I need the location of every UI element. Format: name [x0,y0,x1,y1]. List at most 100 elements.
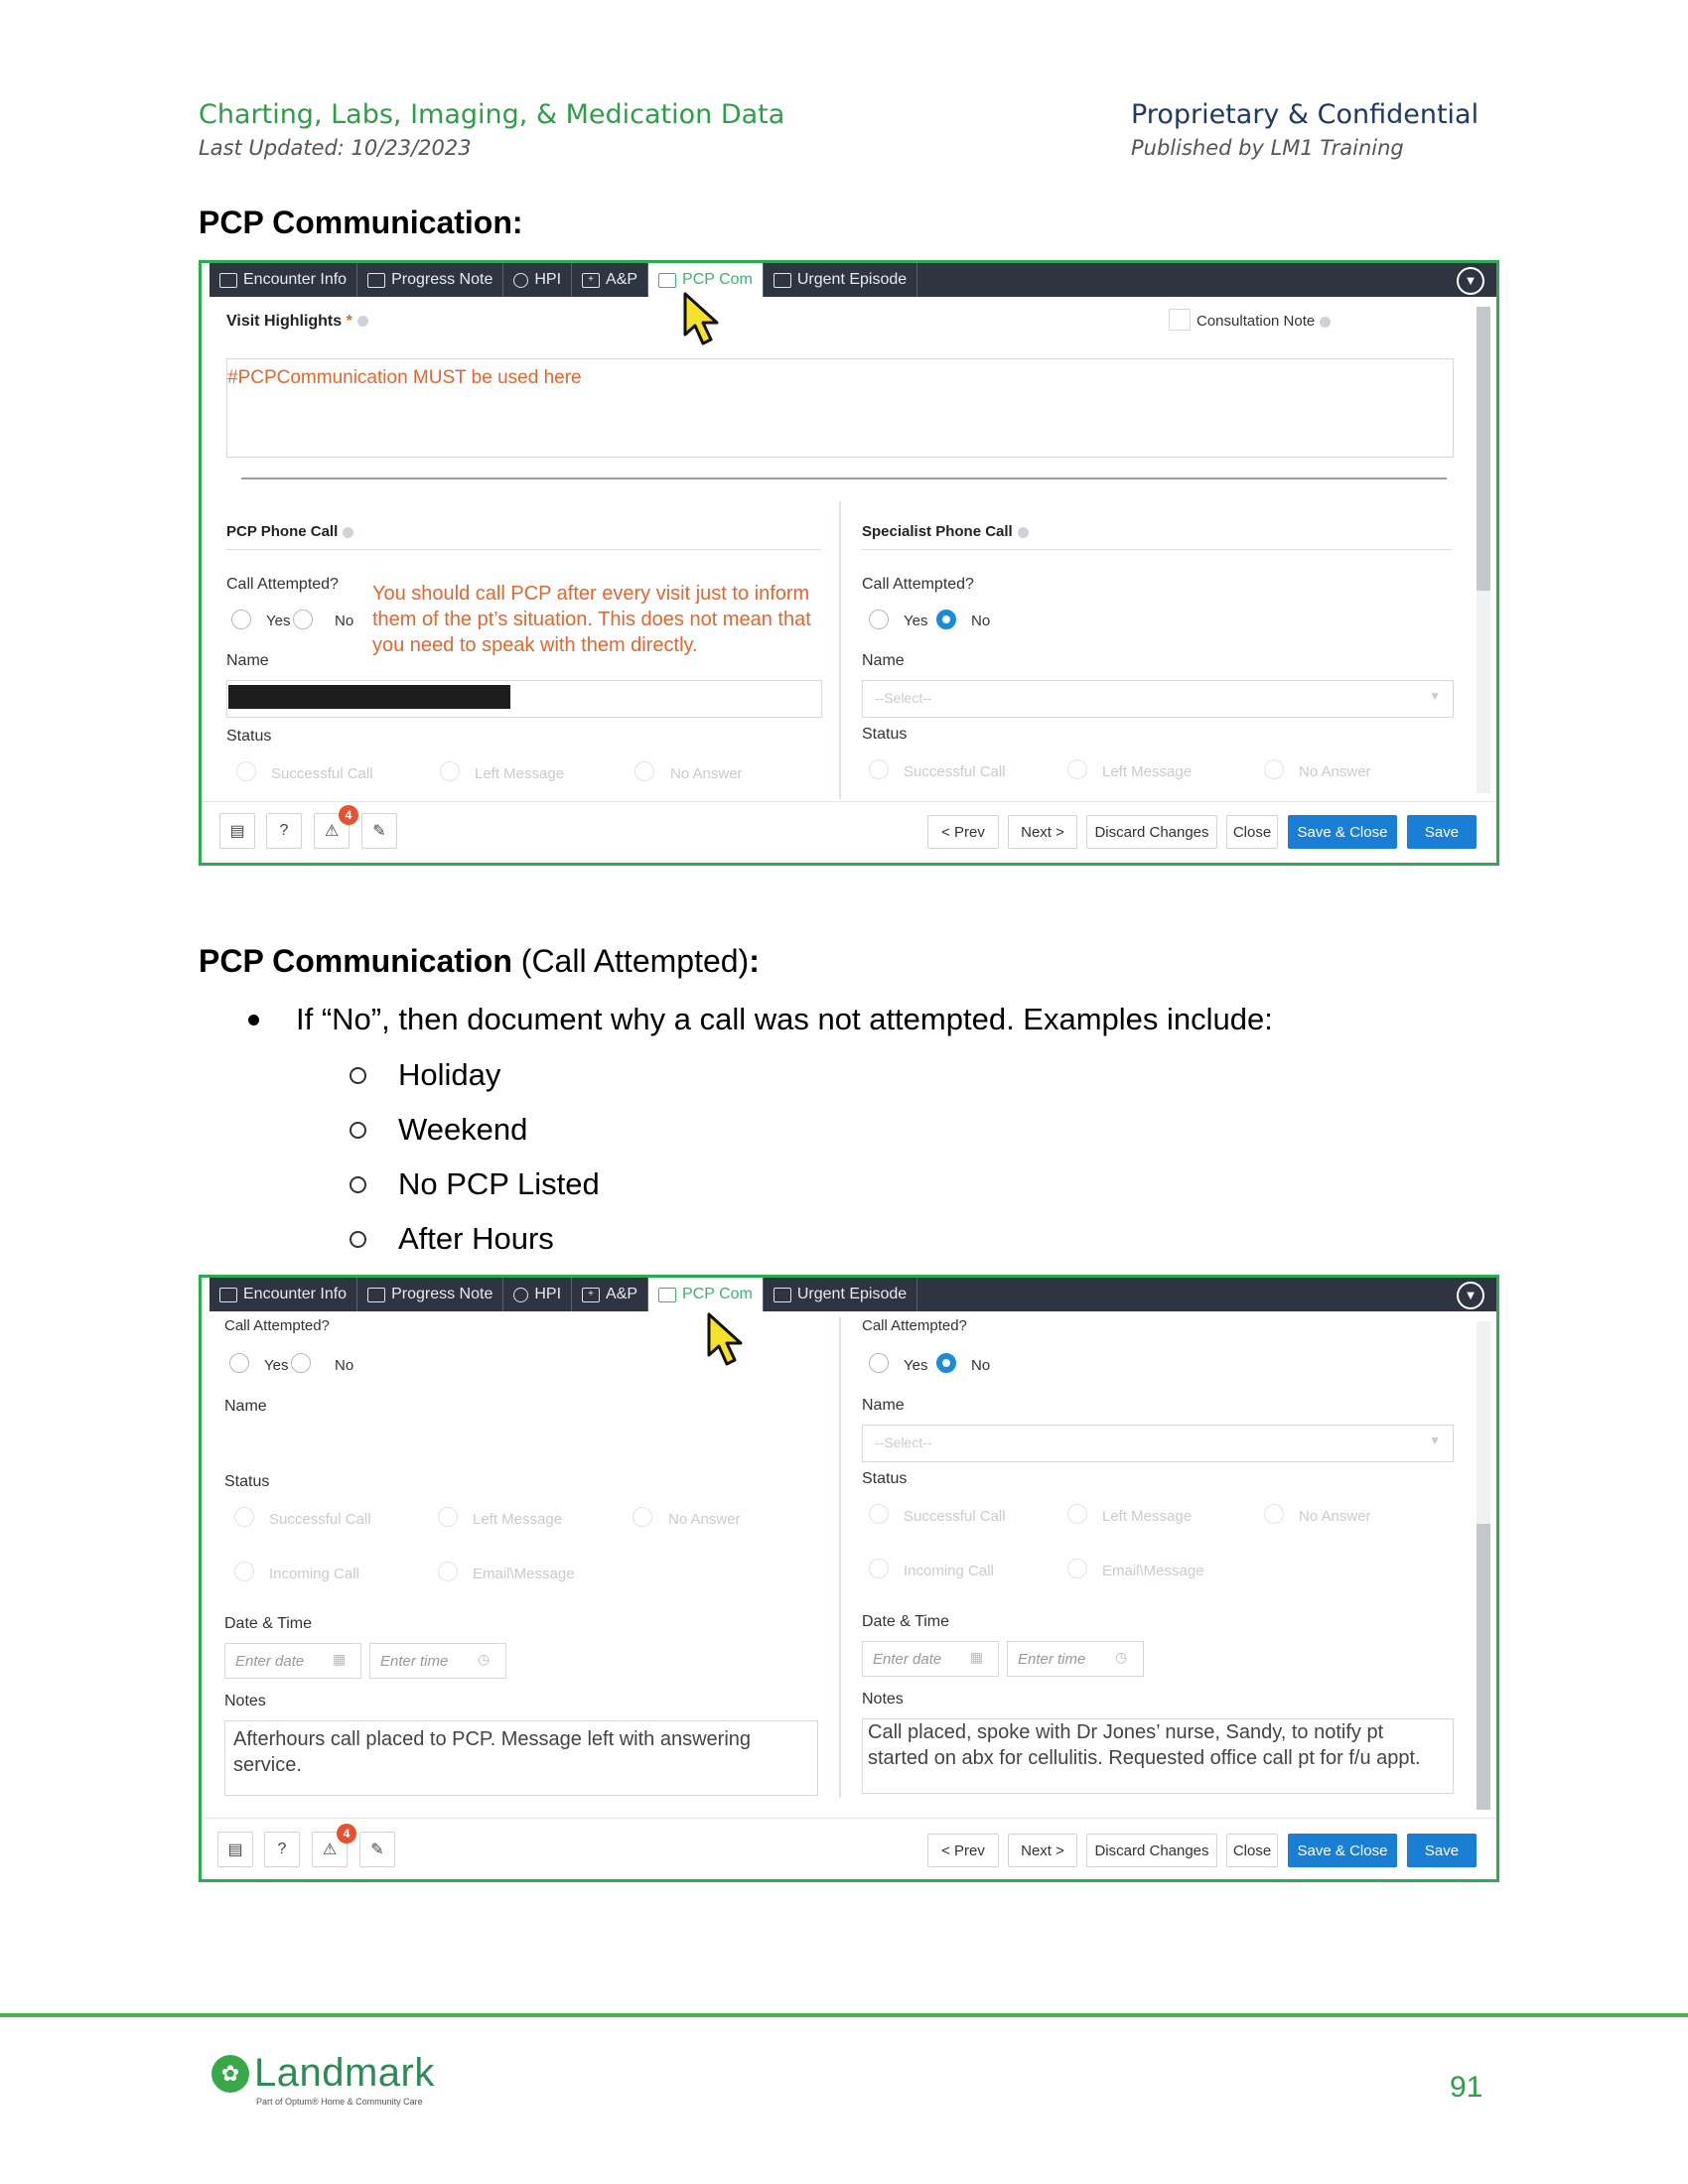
edit-icon[interactable]: ✎ [359,1832,395,1867]
incoming-call-radio[interactable] [234,1562,254,1581]
document-icon[interactable]: ▤ [217,1832,253,1867]
tab-a-and-p[interactable]: + A&P [572,263,649,297]
circle-bullet-icon [350,1121,366,1139]
yes-radio[interactable] [869,610,889,629]
save-button[interactable]: Save [1407,815,1477,849]
page-number: 91 [1450,2071,1483,2104]
status-label: Status [862,1470,908,1487]
time-input[interactable]: Enter time ◷ [369,1643,506,1679]
yes-radio[interactable] [231,610,251,629]
notes-textarea[interactable]: Call placed, spoke with Dr Jones’ nurse,… [862,1718,1454,1794]
successful-call-label: Successful Call [904,763,1006,780]
tab-encounter-info[interactable]: Encounter Info [210,1278,358,1311]
notes-text: Afterhours call placed to PCP. Message l… [233,1728,752,1776]
save-button[interactable]: Save [1407,1834,1477,1867]
last-updated: Last Updated: 10/23/2023 [199,136,472,160]
prev-button[interactable]: < Prev [927,1834,999,1867]
no-answer-radio[interactable] [1264,759,1284,779]
discard-changes-button[interactable]: Discard Changes [1086,1834,1217,1867]
email-message-radio[interactable] [438,1562,458,1581]
name-select[interactable]: --Select-- ▼ [862,1425,1454,1462]
tree-logo-icon: ✿ [211,2055,249,2093]
document-icon[interactable]: ▤ [219,813,255,849]
visit-highlights-textarea[interactable]: #PCPCommunication MUST be used here [226,358,1454,458]
cursor-pointer-icon [683,292,719,345]
left-message-label: Left Message [473,1511,563,1528]
tab-progress-note[interactable]: Progress Note [357,1278,504,1311]
column-divider [839,501,841,799]
no-radio[interactable] [291,1353,311,1373]
left-message-radio[interactable] [438,1507,458,1527]
no-answer-radio[interactable] [1264,1504,1284,1524]
yes-radio[interactable] [869,1353,889,1373]
scrollbar-thumb[interactable] [1477,1524,1490,1810]
scrollbar-thumb[interactable] [1477,307,1490,591]
tab-progress-note[interactable]: Progress Note [357,263,504,297]
notes-textarea[interactable]: Afterhours call placed to PCP. Message l… [224,1720,818,1796]
left-message-radio[interactable] [1067,759,1087,779]
tab-urgent-episode[interactable]: Urgent Episode [764,263,918,297]
successful-call-radio[interactable] [869,759,889,779]
no-answer-radio[interactable] [633,1507,652,1527]
info-icon [1320,316,1332,328]
help-icon[interactable]: ? [266,813,302,849]
chat-icon [658,1287,677,1302]
scrollbar[interactable] [1477,307,1490,793]
email-message-radio[interactable] [1067,1559,1087,1578]
successful-call-radio[interactable] [869,1504,889,1524]
tab-hpi[interactable]: HPI [503,1278,573,1311]
yes-radio[interactable] [229,1353,249,1373]
history-icon [513,1287,529,1302]
collapse-icon[interactable]: ▼ [1457,267,1484,295]
help-icon[interactable]: ? [264,1832,300,1867]
chat-icon [658,272,677,288]
next-button[interactable]: Next > [1008,815,1077,849]
no-label: No [335,1357,354,1374]
alert-count-badge: 4 [337,1824,356,1843]
landmark-logo-text: Landmark [254,2051,435,2095]
status-label: Status [224,1473,270,1490]
sub-bullet-item: Holiday [350,1057,500,1093]
edit-icon[interactable]: ✎ [361,813,397,849]
save-and-close-button[interactable]: Save & Close [1288,815,1397,849]
plus-box-icon: + [582,272,601,288]
tab-pcp-com[interactable]: PCP Com [648,1278,764,1311]
successful-call-radio[interactable] [236,761,256,781]
left-message-radio[interactable] [1067,1504,1087,1524]
time-input[interactable]: Enter time ◷ [1007,1641,1144,1677]
no-radio[interactable] [293,610,313,629]
left-message-radio[interactable] [440,761,460,781]
scrollbar[interactable] [1477,1321,1490,1810]
no-answer-label: No Answer [668,1511,741,1528]
date-input[interactable]: Enter date ▦ [862,1641,999,1677]
consultation-note-checkbox[interactable] [1169,309,1191,331]
no-radio-selected[interactable] [936,610,956,629]
name-input[interactable] [226,680,822,718]
incoming-call-radio[interactable] [869,1559,889,1578]
tab-encounter-info[interactable]: Encounter Info [210,263,358,297]
tab-urgent-episode[interactable]: Urgent Episode [764,1278,918,1311]
close-button[interactable]: Close [1226,815,1278,849]
call-attempted-label: Call Attempted? [862,1317,967,1334]
divider [862,549,1452,550]
tab-a-and-p[interactable]: + A&P [572,1278,649,1311]
name-select[interactable]: --Select-- ▼ [862,680,1454,718]
date-input[interactable]: Enter date ▦ [224,1643,361,1679]
chevron-down-icon: ▼ [1429,689,1441,703]
save-and-close-button[interactable]: Save & Close [1288,1834,1397,1867]
no-answer-radio[interactable] [634,761,654,781]
prev-button[interactable]: < Prev [927,815,999,849]
tab-hpi[interactable]: HPI [503,263,573,297]
collapse-icon[interactable]: ▼ [1457,1282,1484,1309]
column-divider [839,1317,841,1798]
close-button[interactable]: Close [1226,1834,1278,1867]
email-message-label: Email\Message [1102,1563,1204,1579]
successful-call-radio[interactable] [234,1507,254,1527]
discard-changes-button[interactable]: Discard Changes [1086,815,1217,849]
document-header-right: Proprietary & Confidential Published by … [1131,99,1478,160]
name-label: Name [862,1397,905,1414]
yes-label: Yes [264,1357,289,1374]
select-placeholder: --Select-- [875,1434,932,1450]
next-button[interactable]: Next > [1008,1834,1077,1867]
no-radio-selected[interactable] [936,1353,956,1373]
